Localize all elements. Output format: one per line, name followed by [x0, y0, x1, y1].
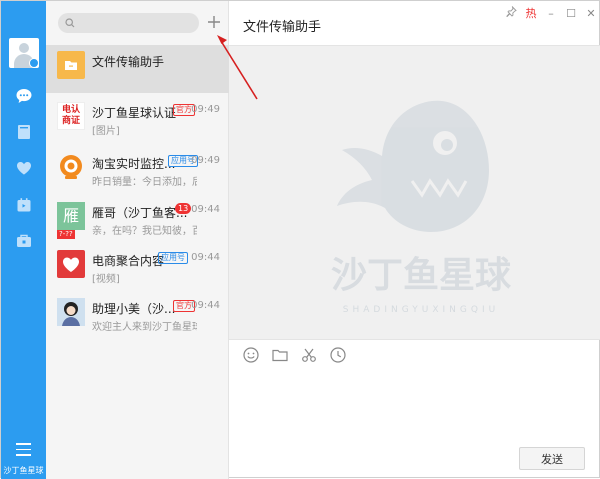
- plus-icon: [208, 16, 220, 28]
- chat-title: 文件传输助手: [243, 20, 322, 35]
- chat-icon[interactable]: [15, 87, 33, 105]
- close-icon[interactable]: ✕: [581, 7, 600, 20]
- list-item[interactable]: 助理小美（沙... 官方 09:44 欢迎主人来到沙丁鱼星球: [46, 292, 229, 340]
- app-account-tag: 应用号: [158, 252, 188, 264]
- assistant-avatar: [57, 298, 85, 326]
- avatar-flag: ?-??: [57, 230, 75, 239]
- svg-text:沙丁鱼星球: 沙丁鱼星球: [331, 255, 512, 296]
- add-button[interactable]: [205, 12, 223, 32]
- message-time: 09:44: [191, 252, 220, 263]
- calendar-icon[interactable]: [15, 196, 33, 214]
- apps-icon[interactable]: [15, 232, 33, 250]
- message-preview: 昨日销量：今日添加，后天...: [92, 177, 197, 188]
- conversation-name: 淘宝实时监控...: [92, 157, 176, 171]
- contacts-book-icon[interactable]: [15, 123, 33, 141]
- conversation-name: 沙丁鱼星球认证: [92, 106, 177, 120]
- svg-text:SHADINGYUXINGQIU: SHADINGYUXINGQIU: [343, 305, 499, 315]
- message-area: 沙丁鱼星球 SHADINGYUXINGQIU: [229, 45, 600, 340]
- list-item[interactable]: 雁 ?-?? 雁哥（沙丁鱼客... 13 09:44 亲，在吗？我已知彼，百战.…: [46, 196, 229, 244]
- pin-icon[interactable]: [501, 5, 521, 20]
- folder-icon: [57, 51, 85, 79]
- unread-badge: 13: [175, 203, 192, 214]
- conversation-name: 助理小美（沙...: [92, 302, 176, 316]
- conversation-name: 电商聚合内容: [92, 254, 165, 268]
- message-time: 09:44: [191, 204, 220, 215]
- user-avatar[interactable]: [9, 38, 39, 68]
- certification-avatar: 电认 商证: [57, 102, 85, 130]
- send-button[interactable]: 发送: [519, 447, 585, 470]
- list-item[interactable]: 电认 商证 沙丁鱼星球认证 官方 09:49 [图片]: [46, 96, 229, 144]
- search-icon: [65, 18, 75, 28]
- list-item[interactable]: 淘宝实时监控... 应用号 09:49 昨日销量：今日添加，后天...: [46, 147, 229, 195]
- message-time: 09:49: [191, 155, 220, 166]
- list-item[interactable]: 电商聚合内容 应用号 09:44 [视频]: [46, 244, 229, 292]
- search-input[interactable]: [58, 13, 199, 33]
- hot-button[interactable]: 热: [521, 5, 541, 21]
- list-item[interactable]: 文件传输助手: [46, 45, 229, 93]
- brand-footer: 沙丁鱼星球: [3, 466, 44, 475]
- scissors-icon[interactable]: [300, 346, 318, 364]
- message-preview: [视频]: [92, 274, 120, 285]
- heart-icon[interactable]: [15, 159, 33, 177]
- conversation-name: 雁哥（沙丁鱼客...: [92, 206, 188, 220]
- heart-avatar: [57, 250, 85, 278]
- minimize-icon[interactable]: –: [541, 7, 561, 20]
- message-preview: 亲，在吗？我已知彼，百战...: [92, 226, 197, 237]
- app-window: 沙丁鱼星球 文件传输助手 电认 商证 沙丁鱼星球认证 官方 09:49 [图片]: [0, 0, 600, 479]
- left-rail: 沙丁鱼星球: [1, 1, 46, 479]
- conversation-name: 文件传输助手: [92, 55, 165, 69]
- conversation-list: 文件传输助手 电认 商证 沙丁鱼星球认证 官方 09:49 [图片] 淘宝实时监…: [46, 1, 229, 479]
- online-status-badge: [29, 58, 39, 68]
- message-preview: [图片]: [92, 126, 120, 137]
- window-controls: 热 – ☐ ✕: [501, 1, 600, 25]
- folder-icon[interactable]: [271, 346, 289, 364]
- clock-icon[interactable]: [329, 346, 347, 364]
- input-toolbar: [242, 346, 358, 364]
- message-time: 09:44: [191, 300, 220, 311]
- maximize-icon[interactable]: ☐: [561, 7, 581, 20]
- taobao-monitor-avatar: [57, 153, 85, 181]
- yan-avatar: 雁: [57, 202, 85, 230]
- menu-icon[interactable]: [16, 443, 31, 456]
- message-preview: 欢迎主人来到沙丁鱼星球: [92, 322, 197, 333]
- message-time: 09:49: [191, 104, 220, 115]
- chat-panel: 文件传输助手 热 – ☐ ✕ 沙丁鱼星球 SHADINGYUXINGQIU 发送: [229, 1, 600, 479]
- sardine-planet-watermark: 沙丁鱼星球 SHADINGYUXINGQIU: [331, 100, 512, 315]
- emoji-icon[interactable]: [242, 346, 260, 364]
